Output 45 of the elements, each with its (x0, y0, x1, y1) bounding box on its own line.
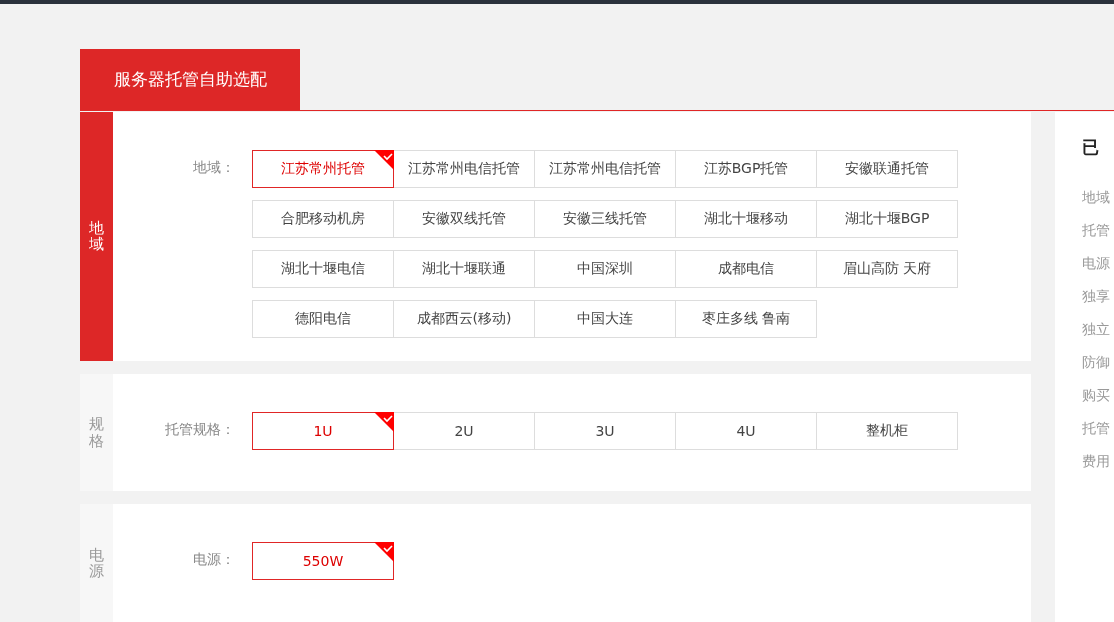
option-button[interactable]: 安徽双线托管 (393, 200, 535, 238)
option-button[interactable]: 合肥移动机房 (252, 200, 394, 238)
option-button[interactable]: 3U (534, 411, 676, 450)
field-label: 托管规格： (164, 419, 236, 439)
selected-check-icon (374, 411, 394, 432)
summary-label: 地域 (1082, 189, 1111, 207)
option-button[interactable]: 湖北十堰移动 (675, 200, 817, 238)
option-button[interactable]: 2U (393, 411, 535, 450)
summary-label: 托管 (1082, 420, 1111, 438)
option-button[interactable]: 眉山高防 天府 (816, 250, 958, 288)
option-button[interactable]: 安徽联通托管 (816, 150, 958, 188)
option-button[interactable]: 江苏BGP托管 (675, 150, 817, 188)
section-name: 地域 (89, 219, 104, 253)
summary-label: 独立 (1082, 321, 1111, 339)
selected-check-icon (374, 150, 394, 170)
field-label: 地域： (192, 158, 236, 177)
page-title: 服务器托管自助选配 (80, 49, 300, 110)
option-button[interactable]: 湖北十堰联通 (393, 250, 535, 288)
option-button[interactable]: 湖北十堰BGP (816, 200, 958, 238)
summary-label: 购买 (1082, 387, 1111, 405)
option-button[interactable]: 中国深圳 (534, 250, 676, 288)
summary-label: 电源 (1082, 255, 1111, 273)
option-button[interactable]: 1U (252, 411, 394, 450)
section-name: 规格 (89, 416, 104, 450)
option-button[interactable]: 江苏常州托管 (252, 150, 394, 188)
option-button[interactable]: 湖北十堰电信 (252, 250, 394, 288)
summary-label: 独享 (1082, 288, 1111, 306)
option-button[interactable]: 江苏常州电信托管 (393, 150, 535, 188)
summary-title: 已 (1082, 136, 1100, 159)
summary-label: 托管 (1082, 222, 1111, 240)
option-button[interactable]: 江苏常州电信托管 (534, 150, 676, 188)
summary-label: 防御 (1082, 354, 1111, 372)
option-button[interactable]: 成都电信 (675, 250, 817, 288)
field-label: 电源： (192, 550, 236, 570)
option-button[interactable]: 安徽三线托管 (534, 200, 676, 238)
option-button[interactable]: 整机柜 (816, 411, 958, 450)
option-button[interactable]: 550W (252, 542, 394, 581)
summary-label: 费用 (1082, 453, 1111, 471)
option-button[interactable]: 成都西云(移动) (393, 300, 535, 338)
option-button[interactable]: 德阳电信 (252, 300, 394, 338)
selected-check-icon (374, 542, 394, 563)
section-name: 电源 (89, 546, 104, 580)
option-button[interactable]: 枣庄多线 鲁南 (675, 300, 817, 338)
option-button[interactable]: 中国大连 (534, 300, 676, 338)
option-button[interactable]: 4U (675, 411, 817, 450)
